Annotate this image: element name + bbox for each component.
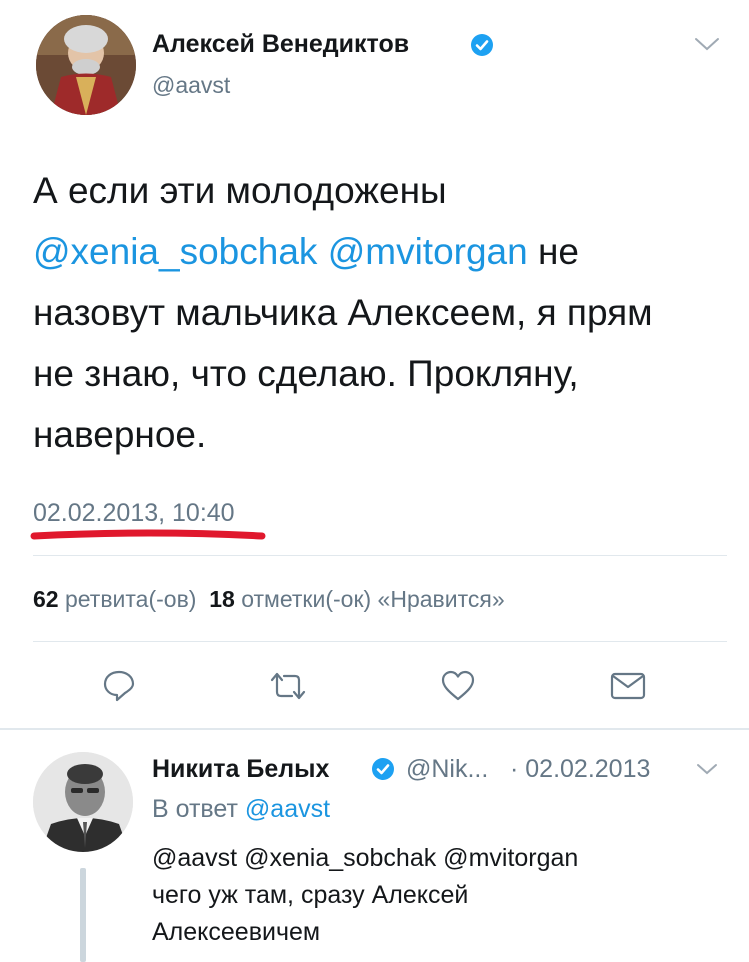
retweets-label[interactable]: ретвита(-ов) bbox=[65, 586, 196, 612]
tweet-timestamp[interactable]: 02.02.2013, 10:40 bbox=[33, 499, 235, 528]
reply-text-line: Алексеевичем bbox=[152, 918, 321, 946]
reply-author-avatar[interactable] bbox=[33, 752, 133, 852]
thread-line bbox=[80, 868, 86, 962]
tweet-text-line: А если эти молодожены bbox=[33, 170, 447, 211]
verified-icon bbox=[371, 757, 395, 786]
reply-icon[interactable] bbox=[102, 668, 136, 702]
red-underline-annotation bbox=[30, 526, 270, 549]
reply-text-line: чего уж там, сразу Алексей bbox=[152, 881, 469, 909]
in-reply-label: В ответ bbox=[152, 795, 238, 823]
likes-label[interactable]: отметки(-ок) «Нравится» bbox=[241, 586, 504, 612]
tweet-text-line: наверное. bbox=[33, 414, 207, 455]
retweet-icon[interactable] bbox=[268, 670, 308, 702]
dm-icon[interactable] bbox=[610, 672, 646, 700]
reply-date[interactable]: · 02.02.2013 bbox=[510, 755, 650, 784]
chevron-down-icon[interactable] bbox=[694, 36, 720, 57]
tweet-text-line: @xenia_sobchak @mvitorgan не bbox=[33, 221, 579, 282]
reply-mentions[interactable]: @aavst @xenia_sobchak @mvitorgan bbox=[152, 840, 578, 876]
reply-author-name[interactable]: Никита Белых bbox=[152, 755, 329, 784]
in-reply-to: В ответ @aavst bbox=[152, 795, 330, 824]
chevron-down-icon[interactable] bbox=[696, 762, 718, 781]
reply-author-handle[interactable]: @Nik... bbox=[406, 755, 488, 784]
divider bbox=[33, 555, 727, 556]
divider bbox=[33, 641, 727, 642]
in-reply-handle[interactable]: @aavst bbox=[245, 795, 330, 823]
section-divider bbox=[0, 728, 749, 730]
likes-count[interactable]: 18 bbox=[209, 586, 235, 612]
tweet-text-line: не знаю, что сделаю. Прокляну, bbox=[33, 353, 579, 394]
author-avatar[interactable] bbox=[36, 15, 136, 115]
mention-link[interactable]: @mvitorgan bbox=[328, 231, 528, 272]
verified-icon bbox=[470, 33, 494, 62]
tweet-text-fragment: не bbox=[527, 231, 579, 272]
like-icon[interactable] bbox=[440, 670, 476, 702]
tweet-stats: 62 ретвита(-ов) 18 отметки(-ок) «Нравитс… bbox=[33, 586, 505, 613]
retweets-count[interactable]: 62 bbox=[33, 586, 59, 612]
author-name[interactable]: Алексей Венедиктов bbox=[152, 30, 409, 59]
tweet-text-line: назовут мальчика Алексеем, я прям bbox=[33, 292, 653, 333]
mention-link[interactable]: @xenia_sobchak bbox=[33, 231, 317, 272]
author-handle[interactable]: @aavst bbox=[152, 72, 230, 99]
